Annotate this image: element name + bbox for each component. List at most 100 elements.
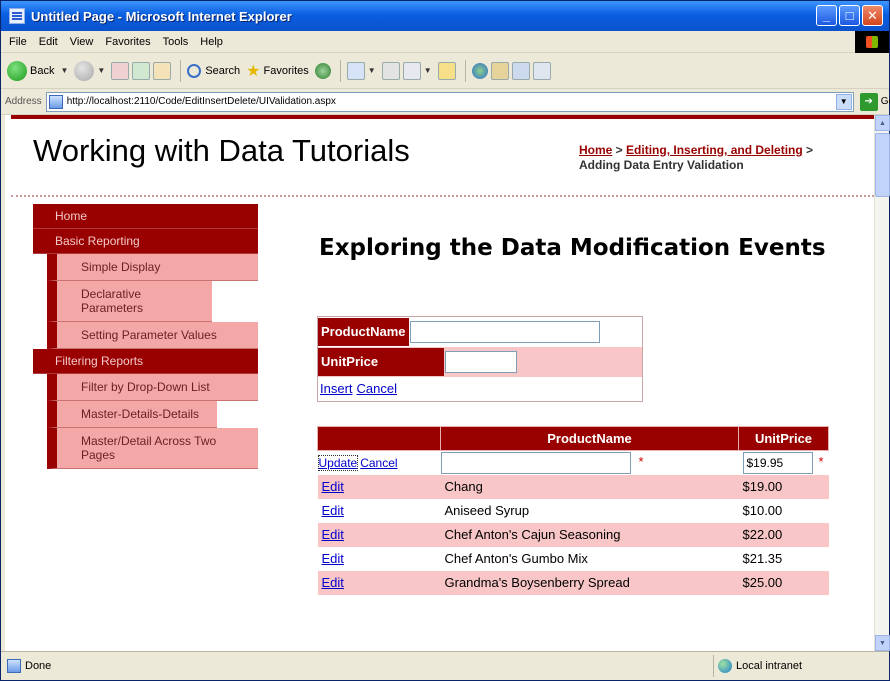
edit-cancel-link[interactable]: Cancel [360, 456, 397, 470]
address-bar: Address http://localhost:2110/Code/EditI… [1, 89, 890, 115]
sidebar-item-setting-parameter-values[interactable]: Setting Parameter Values [47, 322, 258, 349]
menu-bar: File Edit View Favorites Tools Help [1, 31, 889, 53]
edit-link[interactable]: Edit [322, 575, 344, 590]
history-dropdown-icon[interactable]: ▼ [368, 66, 376, 75]
breadcrumb: Home > Editing, Inserting, and Deleting … [579, 143, 849, 173]
minimize-button[interactable]: _ [816, 5, 837, 26]
status-text: Done [25, 660, 52, 672]
grid-header-command [317, 426, 441, 451]
sidebar-item-filtering-reports[interactable]: Filtering Reports [33, 349, 258, 374]
sidebar-item-filter-by-dropdown[interactable]: Filter by Drop-Down List [47, 374, 258, 401]
research-icon[interactable] [511, 61, 530, 80]
messenger-icon[interactable] [471, 62, 488, 79]
search-label: Search [205, 64, 241, 77]
media-icon[interactable] [314, 62, 331, 79]
products-grid: ProductName UnitPrice Update Cancel * $19… [317, 426, 829, 595]
edit-row-productname: * [440, 450, 739, 475]
refresh-icon[interactable] [132, 61, 151, 80]
sidebar-item-simple-display[interactable]: Simple Display [47, 254, 258, 281]
go-arrow-icon: ➔ [859, 92, 878, 111]
menu-tools[interactable]: Tools [163, 36, 189, 48]
title-bar: Untitled Page - Microsoft Internet Explo… [1, 1, 889, 31]
home-icon[interactable] [153, 61, 172, 80]
search-button[interactable]: Search [187, 63, 241, 78]
breadcrumb-separator: > [802, 143, 814, 157]
back-dropdown-icon[interactable]: ▼ [60, 66, 68, 75]
folder-icon[interactable] [437, 61, 456, 80]
sidebar-item-home[interactable]: Home [33, 204, 258, 229]
menu-favorites[interactable]: Favorites [105, 36, 150, 48]
sidebar-item-basic-reporting[interactable]: Basic Reporting [33, 229, 258, 254]
breadcrumb-separator: > [612, 143, 627, 157]
update-link[interactable]: Update [317, 455, 359, 472]
back-label: Back [30, 64, 55, 77]
breadcrumb-home-link[interactable]: Home [579, 143, 612, 157]
back-arrow-icon [7, 60, 27, 81]
product-name-cell: Chang [440, 474, 739, 499]
address-input[interactable]: http://localhost:2110/Code/EditInsertDel… [45, 91, 854, 112]
toolbar-separator [464, 59, 466, 82]
edit-row-unitprice: $19.95 * [738, 450, 829, 475]
go-button[interactable]: ➔ Go [859, 92, 890, 111]
tool-icon[interactable] [490, 61, 509, 80]
scroll-up-icon[interactable]: ▲ [875, 115, 890, 131]
grid-header-unitprice[interactable]: UnitPrice [738, 426, 829, 451]
insert-link[interactable]: Insert [320, 381, 353, 396]
cancel-link[interactable]: Cancel [357, 381, 397, 396]
toolbar-separator [180, 59, 182, 82]
mail-icon[interactable] [381, 61, 400, 80]
translate-icon[interactable] [532, 61, 551, 80]
vertical-scrollbar[interactable]: ▲ ▼ [874, 115, 890, 651]
product-name-label: ProductName [318, 318, 409, 346]
edit-link[interactable]: Edit [322, 551, 344, 566]
edit-link[interactable]: Edit [322, 479, 344, 494]
address-url: http://localhost:2110/Code/EditInsertDel… [66, 96, 336, 107]
table-row-editing: Update Cancel * $19.95 * [317, 450, 829, 475]
print-icon[interactable] [402, 61, 421, 80]
grid-header-row: ProductName UnitPrice [317, 426, 829, 451]
unit-price-input[interactable] [445, 351, 517, 373]
menu-view[interactable]: View [70, 36, 94, 48]
window-title: Untitled Page - Microsoft Internet Explo… [31, 8, 292, 24]
scroll-down-icon[interactable]: ▼ [875, 635, 890, 651]
productname-edit-input[interactable] [440, 451, 631, 474]
menu-help[interactable]: Help [200, 36, 223, 48]
sidebar-item-declarative-parameters[interactable]: Declarative Parameters [47, 281, 212, 322]
address-dropdown-icon[interactable]: ▼ [835, 93, 852, 110]
close-button[interactable]: ✕ [862, 5, 883, 26]
table-row: Edit Chef Anton's Cajun Seasoning $22.00 [317, 522, 829, 547]
forward-button[interactable] [74, 60, 95, 81]
product-name-input[interactable] [409, 321, 600, 343]
history-icon[interactable] [346, 61, 365, 80]
unit-price-cell: $19.00 [738, 474, 829, 499]
page-status-icon [7, 659, 21, 673]
favorites-star-icon: ★ [246, 62, 261, 80]
back-button[interactable]: Back [7, 60, 55, 81]
toolbar: Back ▼ ▼ Search ★ Favorites ▼ ▼ [1, 53, 889, 89]
zone-text: Local intranet [736, 660, 803, 672]
menu-edit[interactable]: Edit [39, 36, 58, 48]
toolbar-separator [339, 59, 341, 82]
sidebar-item-master-details-details[interactable]: Master-Details-Details [47, 401, 217, 428]
print-dropdown-icon[interactable]: ▼ [424, 66, 432, 75]
windows-logo-icon [855, 31, 889, 53]
edit-link[interactable]: Edit [322, 503, 344, 518]
status-bar: Done Local intranet [1, 651, 889, 680]
favorites-label: Favorites [263, 64, 309, 77]
page-content: Working with Data Tutorials Home > Editi… [5, 115, 874, 651]
favorites-button[interactable]: ★ Favorites [246, 61, 309, 81]
menu-file[interactable]: File [9, 36, 27, 48]
unitprice-edit-input[interactable]: $19.95 [742, 451, 813, 474]
forward-dropdown-icon[interactable]: ▼ [97, 66, 105, 75]
stop-icon[interactable] [111, 61, 130, 80]
breadcrumb-section-link[interactable]: Editing, Inserting, and Deleting [626, 143, 803, 157]
scroll-thumb[interactable] [875, 133, 890, 197]
grid-header-productname[interactable]: ProductName [440, 426, 739, 451]
sidebar-item-master-detail-across-pages[interactable]: Master/Detail Across Two Pages [47, 428, 258, 469]
unit-price-cell: $21.35 [742, 551, 783, 566]
product-name-cell: Chef Anton's Gumbo Mix [444, 551, 588, 566]
security-zone: Local intranet [713, 655, 883, 677]
browser-window: Untitled Page - Microsoft Internet Explo… [0, 0, 890, 681]
maximize-button[interactable]: □ [839, 5, 860, 26]
edit-link[interactable]: Edit [322, 527, 344, 542]
